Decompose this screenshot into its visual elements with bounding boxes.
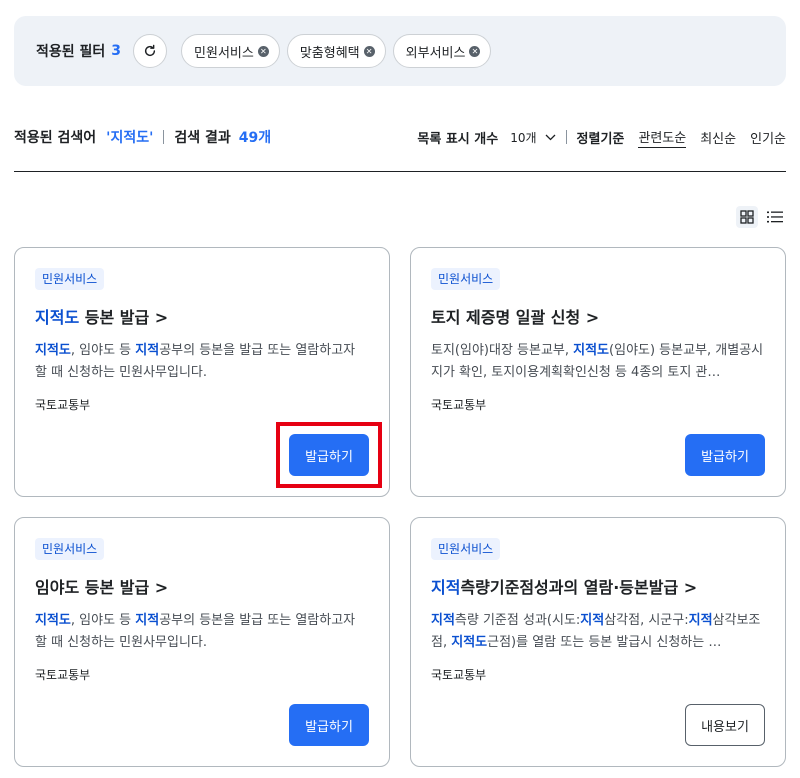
result-card: 민원서비스 토지 제증명 일괄 신청 > 토지(임야)대장 등본교부, 지적도(… xyxy=(410,247,786,497)
card-description: 지적도, 임야도 등 지적공부의 등본을 발급 또는 열람하고자 할 때 신청하… xyxy=(35,340,369,384)
filter-chip-external-service[interactable]: 외부서비스 ✕ xyxy=(392,34,492,68)
annotation-highlight-box xyxy=(276,422,382,488)
view-details-button[interactable]: 내용보기 xyxy=(685,704,765,746)
remove-chip-icon[interactable]: ✕ xyxy=(469,45,481,57)
search-keyword: '지적도' xyxy=(106,130,154,146)
card-description: 지적도, 임야도 등 지적공부의 등본을 발급 또는 열람하고자 할 때 신청하… xyxy=(35,610,369,654)
description-text: , 임야도 등 xyxy=(70,343,136,358)
list-count-select[interactable]: 10개 xyxy=(510,129,555,146)
description-text: , 임야도 등 xyxy=(70,613,136,628)
list-view-button[interactable] xyxy=(764,206,786,228)
filter-chip-label: 외부서비스 xyxy=(405,45,466,61)
chevron-right-icon: > xyxy=(585,308,600,327)
filter-bar: 적용된 필터 3 민원서비스 ✕ 맞춤형혜택 ✕ 외부서비스 ✕ xyxy=(14,16,786,86)
filter-title: 적용된 필터 xyxy=(36,44,106,60)
card-title-link[interactable]: 지적도 등본 발급 > xyxy=(35,304,168,328)
card-description: 토지(임야)대장 등본교부, 지적도(임야도) 등본교부, 개별공시지가 확인,… xyxy=(431,340,765,384)
reset-filter-button[interactable] xyxy=(133,34,168,68)
card-organization: 국토교통부 xyxy=(431,668,487,682)
keyword-highlight: 지적도 xyxy=(35,343,71,358)
chevron-right-icon: > xyxy=(154,308,169,327)
issue-button[interactable]: 발급하기 xyxy=(685,434,765,476)
result-card: 민원서비스 지적측량기준점성과의 열람·등본발급 > 지적측량 기준점 성과(시… xyxy=(410,517,786,767)
chevron-right-icon: > xyxy=(154,578,169,597)
card-title-text: 임야도 등본 발급 xyxy=(35,578,150,597)
issue-button[interactable]: 발급하기 xyxy=(289,704,369,746)
list-count-value: 10개 xyxy=(510,130,537,145)
category-badge: 민원서비스 xyxy=(35,538,105,560)
keyword-highlight: 지적 xyxy=(135,613,160,628)
chevron-right-icon: > xyxy=(683,578,698,597)
card-organization: 국토교통부 xyxy=(431,398,487,412)
card-title-link[interactable]: 임야도 등본 발급 > xyxy=(35,574,168,598)
sort-option-popular[interactable]: 인기순 xyxy=(750,128,786,147)
remove-chip-icon[interactable]: ✕ xyxy=(257,45,269,57)
card-description: 지적측량 기준점 성과(시도:지적삼각점, 시군구:지적삼각보조점, 지적도근점… xyxy=(431,610,765,654)
filter-chip-custom-benefit[interactable]: 맞춤형혜택 ✕ xyxy=(286,34,386,68)
sort-label: 정렬기준 xyxy=(576,131,625,147)
description-text: 토지(임야)대장 등본교부, xyxy=(431,343,574,358)
keyword-highlight: 지적 xyxy=(580,613,605,628)
card-organization: 국토교통부 xyxy=(35,398,91,412)
filter-chip-label: 맞춤형혜택 xyxy=(299,45,360,61)
card-title-link[interactable]: 지적측량기준점성과의 열람·등본발급 > xyxy=(431,574,697,598)
filter-count: 3 xyxy=(111,43,122,59)
description-text: 근점)를 열람 또는 등본 발급시 신청하는 … xyxy=(487,635,722,650)
keyword-highlight: 지적도 xyxy=(451,635,488,650)
category-badge: 민원서비스 xyxy=(35,268,105,290)
card-organization: 국토교통부 xyxy=(35,668,91,682)
keyword-highlight: 지적도 xyxy=(573,343,610,358)
filter-chip-civil-service[interactable]: 민원서비스 ✕ xyxy=(181,34,280,68)
keyword-highlight: 지적 xyxy=(688,613,713,628)
view-toggle xyxy=(736,206,786,228)
description-text: 측량 기준점 성과(시도: xyxy=(454,613,581,628)
list-icon xyxy=(767,211,783,223)
refresh-icon xyxy=(144,44,156,57)
card-title-link[interactable]: 토지 제증명 일괄 신청 > xyxy=(431,304,599,328)
keyword-highlight: 지적 xyxy=(431,613,455,628)
category-badge: 민원서비스 xyxy=(431,538,501,560)
category-badge: 민원서비스 xyxy=(431,268,501,290)
result-label: 검색 결과 xyxy=(174,130,231,146)
card-title-text: 측량기준점성과의 열람·등본발급 xyxy=(460,578,679,597)
result-count: 49개 xyxy=(238,130,272,146)
chevron-down-icon xyxy=(545,134,555,140)
search-summary: 적용된 검색어 '지적도' 검색 결과 49개 목록 표시 개수 10개 정렬기… xyxy=(14,122,786,172)
divider xyxy=(163,130,165,144)
keyword-highlight: 지적 xyxy=(135,343,160,358)
result-card: 민원서비스 임야도 등본 발급 > 지적도, 임야도 등 지적공부의 등본을 발… xyxy=(14,517,390,767)
card-title-highlight: 지적도 xyxy=(35,308,80,327)
grid-icon xyxy=(740,210,754,224)
grid-view-button[interactable] xyxy=(736,206,758,228)
sort-option-relevance[interactable]: 관련도순 xyxy=(638,127,687,148)
card-title-highlight: 지적 xyxy=(431,578,461,597)
remove-chip-icon[interactable]: ✕ xyxy=(363,45,375,57)
keyword-highlight: 지적도 xyxy=(35,613,71,628)
list-controls: 목록 표시 개수 10개 정렬기준 관련도순 최신순 인기순 xyxy=(417,122,786,152)
description-text: 삼각점, 시군구: xyxy=(604,613,689,628)
filter-chip-label: 민원서비스 xyxy=(194,45,254,61)
card-title-text: 토지 제증명 일괄 신청 xyxy=(431,308,581,327)
sort-option-latest[interactable]: 최신순 xyxy=(700,128,736,147)
list-count-label: 목록 표시 개수 xyxy=(417,131,499,147)
card-title-text: 등본 발급 xyxy=(79,308,150,327)
divider xyxy=(565,130,567,144)
search-summary-left: 적용된 검색어 '지적도' 검색 결과 49개 xyxy=(14,122,271,152)
keyword-label: 적용된 검색어 xyxy=(14,130,97,146)
